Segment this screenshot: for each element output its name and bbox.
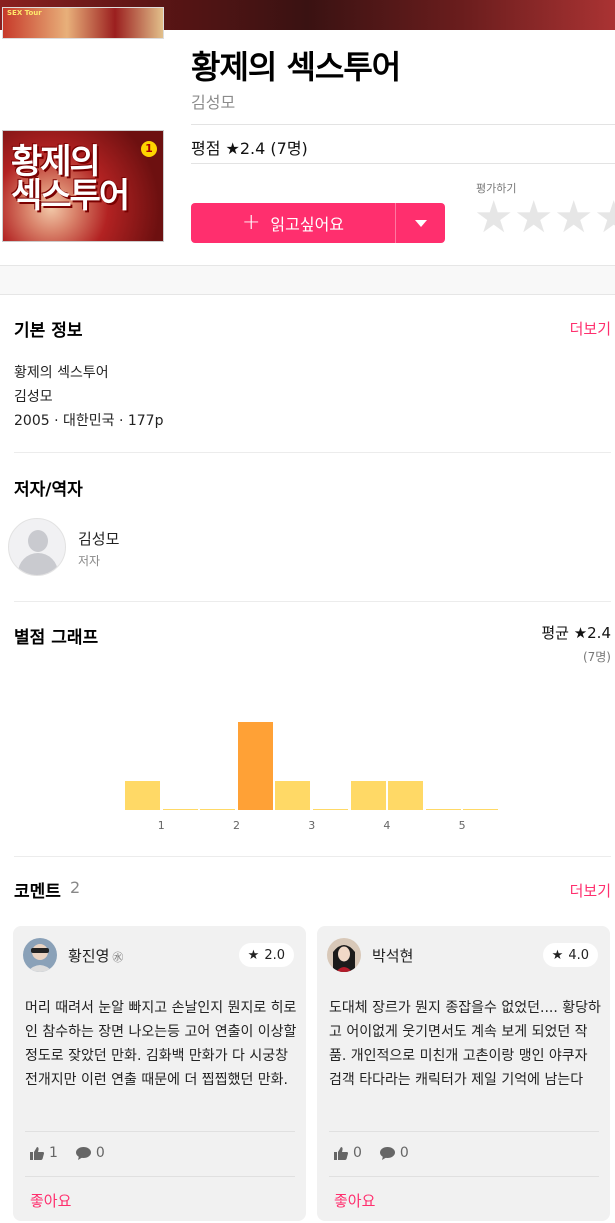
- info-title: 황제의 섹스투어: [14, 365, 109, 381]
- divider: [25, 1131, 295, 1132]
- wish-dropdown-button[interactable]: [396, 203, 445, 243]
- comments-title: 코멘트: [14, 882, 61, 902]
- comment-score-value: 2.0: [264, 947, 285, 963]
- people-title: 저자/역자: [14, 480, 83, 500]
- star-icon[interactable]: ★: [474, 196, 514, 240]
- rating-bar-4: [388, 780, 424, 810]
- x-tick-label: 5: [458, 819, 466, 832]
- comment-user-label: 박석현: [372, 947, 414, 965]
- cover-title-art: 황제의 섹스투어: [11, 142, 130, 216]
- user-avatar[interactable]: [23, 938, 57, 972]
- like-count: 1: [30, 1145, 58, 1161]
- user-avatar[interactable]: [327, 938, 361, 972]
- info-author: 김성모: [14, 389, 53, 405]
- divider: [14, 601, 611, 602]
- like-button[interactable]: 좋아요: [334, 1190, 375, 1211]
- cover-thumbnail-text: SEX Tour: [7, 9, 42, 17]
- average-rating: 평점 ★2.4 (7명): [191, 139, 308, 158]
- comment-user-label: 황진영: [68, 947, 110, 965]
- basic-info-more-link[interactable]: 더보기: [570, 318, 611, 339]
- user-badge-icon: ㊌: [112, 951, 124, 964]
- divider: [329, 1131, 599, 1132]
- person-placeholder-body: [18, 553, 58, 575]
- want-to-read-label: 읽고싶어요: [270, 215, 345, 234]
- rating-bar-0.5: [125, 780, 160, 810]
- caret-down-icon: [414, 219, 427, 227]
- rating-bar-1.5: [200, 809, 236, 810]
- x-tick-label: 1: [157, 819, 165, 832]
- comment-card[interactable]: 황진영 ㊌ ★ 2.0 머리 때려서 눈알 빠지고 손날인지 뭔지로 히로인 참수…: [13, 926, 306, 1221]
- book-cover[interactable]: 황제의 섹스투어 1: [2, 130, 164, 242]
- star-icon[interactable]: ★: [514, 196, 554, 240]
- reply-count-value: 0: [95, 1145, 105, 1161]
- comment-text[interactable]: 머리 때려서 눈알 빠지고 손날인지 뭔지로 히로인 참수하는 장면 나오는등 …: [25, 996, 297, 1092]
- comments-more-link[interactable]: 더보기: [570, 880, 611, 901]
- divider: [191, 163, 615, 164]
- plus-icon: +: [241, 210, 261, 235]
- reply-count: 0: [379, 1145, 409, 1161]
- reply-count: 0: [75, 1145, 105, 1161]
- star-icon: ★: [247, 947, 260, 963]
- rating-bar-5: [463, 809, 499, 810]
- comment-text[interactable]: 도대체 장르가 뭔지 종잡을수 없었던.... 황당하고 어이없게 웃기면서도 …: [329, 996, 601, 1092]
- rating-bar-3: [313, 809, 348, 810]
- like-count-value: 0: [353, 1145, 362, 1161]
- rating-bar-2.5: [275, 780, 311, 810]
- x-tick-label: 2: [233, 819, 240, 832]
- info-meta: 2005 · 대한민국 · 177p: [14, 413, 164, 429]
- speech-bubble-icon: [379, 1146, 395, 1160]
- comment-user-name[interactable]: 황진영 ㊌: [68, 945, 123, 966]
- person-avatar[interactable]: [8, 518, 66, 576]
- person-name[interactable]: 김성모: [78, 528, 119, 549]
- graph-average: 평균 ★2.4: [541, 624, 611, 642]
- x-tick-label: 3: [308, 819, 316, 832]
- divider: [329, 1176, 599, 1177]
- book-title: 황제의 섹스투어: [191, 48, 401, 86]
- comment-score: ★ 2.0: [238, 943, 294, 967]
- rating-graph-title: 별점 그래프: [14, 628, 99, 648]
- divider: [191, 124, 615, 125]
- wish-button-group: + 읽고싶어요: [191, 203, 445, 243]
- basic-info-title: 기본 정보: [14, 321, 83, 341]
- thumbs-up-icon: [334, 1146, 348, 1160]
- person-placeholder-head: [28, 530, 48, 552]
- cover-thumbnail: SEX Tour: [2, 7, 164, 39]
- star-icon[interactable]: ★: [594, 196, 615, 240]
- comment-stats: 1 0: [30, 1145, 105, 1161]
- like-button[interactable]: 좋아요: [30, 1190, 71, 1211]
- comment-score: ★ 4.0: [542, 943, 598, 967]
- rating-bar-1: [162, 809, 198, 810]
- divider: [14, 452, 611, 453]
- like-count-value: 1: [49, 1145, 58, 1161]
- graph-count: (7명): [582, 650, 611, 664]
- star-icon[interactable]: ★: [554, 196, 594, 240]
- rating-bar-3.5: [350, 780, 386, 810]
- like-count: 0: [334, 1145, 362, 1161]
- star-rating-input[interactable]: ★ ★ ★ ★: [474, 196, 615, 240]
- speech-bubble-icon: [75, 1146, 91, 1160]
- comment-card[interactable]: 박석현 ★ 4.0 도대체 장르가 뭔지 종잡을수 없었던.... 황당하고 어…: [317, 926, 610, 1221]
- book-author[interactable]: 김성모: [191, 89, 235, 113]
- want-to-read-button[interactable]: + 읽고싶어요: [191, 203, 395, 243]
- person-role: 저자: [78, 554, 101, 568]
- comment-stats: 0 0: [334, 1145, 409, 1161]
- comment-user-name[interactable]: 박석현: [372, 945, 413, 966]
- rating-distribution-chart: 1 2 3 4 5: [0, 680, 615, 840]
- comment-score-value: 4.0: [568, 947, 589, 963]
- divider: [14, 856, 611, 857]
- thumbs-up-icon: [30, 1146, 44, 1160]
- reply-count-value: 0: [399, 1145, 409, 1161]
- cover-volume-badge: 1: [141, 141, 157, 157]
- divider: [25, 1176, 295, 1177]
- section-spacer: [0, 265, 615, 295]
- comments-count: 2: [70, 878, 81, 897]
- x-tick-label: 4: [383, 819, 391, 832]
- star-icon: ★: [551, 947, 564, 963]
- rating-bar-2: [237, 722, 273, 810]
- rating-bar-4.5: [425, 809, 461, 810]
